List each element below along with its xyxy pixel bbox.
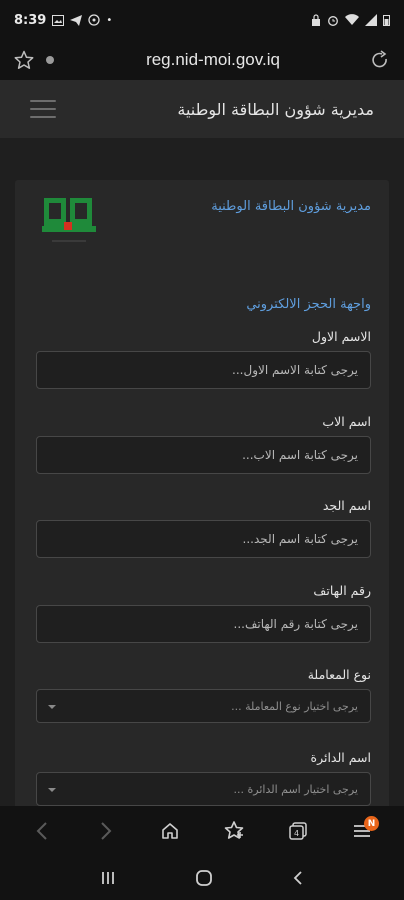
grandfather-name-input[interactable] xyxy=(36,520,371,558)
bookmarks-button[interactable] xyxy=(217,814,251,848)
status-bar: 8:39 • xyxy=(0,0,404,40)
father-name-group: اسم الاب xyxy=(36,414,371,474)
wifi-icon xyxy=(345,14,359,25)
first-name-group: الاسم الاول xyxy=(36,329,371,389)
main-menu-button[interactable]: N xyxy=(345,814,379,848)
telegram-icon xyxy=(70,14,83,26)
star-outline-icon[interactable] xyxy=(14,50,34,70)
page-content: مديرية شؤون البطاقة الوطنية واجهة الحجز … xyxy=(0,138,404,806)
recent-apps-icon[interactable] xyxy=(100,870,116,886)
back-button[interactable] xyxy=(25,814,59,848)
department-group: اسم الدائرة يرجى اختيار اسم الدائرة ... xyxy=(36,750,371,806)
phone-input[interactable] xyxy=(36,605,371,643)
whatsapp-icon xyxy=(88,14,100,26)
chevron-down-icon xyxy=(48,705,56,709)
forward-button[interactable] xyxy=(89,814,123,848)
status-left: 8:39 • xyxy=(14,13,112,28)
father-name-input[interactable] xyxy=(36,436,371,474)
organization-name: مديرية شؤون البطاقة الوطنية xyxy=(211,199,371,214)
battery-icon xyxy=(383,15,390,26)
signal-icon xyxy=(365,14,377,26)
back-arrow-icon xyxy=(36,822,47,840)
site-header: مديرية شؤون البطاقة الوطنية xyxy=(0,80,404,138)
browser-address-bar: reg.nid-moi.gov.iq xyxy=(0,40,404,80)
department-selected: يرجى اختيار اسم الدائرة ... xyxy=(233,782,358,796)
gallery-icon xyxy=(52,14,65,26)
phone-group: رقم الهاتف xyxy=(36,583,371,643)
url-text[interactable]: reg.nid-moi.gov.iq xyxy=(56,50,370,70)
grandfather-name-group: اسم الجد xyxy=(36,498,371,558)
bookmarks-icon xyxy=(224,821,244,839)
phone-label: رقم الهاتف xyxy=(313,583,371,598)
system-nav-bar xyxy=(0,856,404,900)
hamburger-menu-icon[interactable] xyxy=(30,100,56,118)
reload-icon[interactable] xyxy=(370,50,390,70)
chevron-down-icon xyxy=(48,788,56,792)
first-name-label: الاسم الاول xyxy=(311,329,371,344)
tabs-icon: 4 xyxy=(289,822,307,840)
browser-bottom-nav: 4 N xyxy=(0,806,404,856)
transaction-type-label: نوع المعاملة xyxy=(307,667,371,682)
grandfather-name-label: اسم الجد xyxy=(322,498,371,513)
lock-status-icon xyxy=(312,14,320,26)
department-label: اسم الدائرة xyxy=(310,750,371,765)
home-button[interactable] xyxy=(153,814,187,848)
booking-card: مديرية شؤون البطاقة الوطنية واجهة الحجز … xyxy=(15,180,389,806)
first-name-input[interactable] xyxy=(36,351,371,389)
forward-arrow-icon xyxy=(101,822,112,840)
department-select[interactable]: يرجى اختيار اسم الدائرة ... xyxy=(36,772,371,806)
tabs-button[interactable]: 4 xyxy=(281,814,315,848)
father-name-label: اسم الاب xyxy=(322,414,371,429)
home-circle-icon[interactable] xyxy=(195,869,213,887)
svg-text:4: 4 xyxy=(294,829,299,838)
ministry-logo xyxy=(42,198,96,242)
status-time: 8:39 xyxy=(14,12,47,28)
system-back-icon[interactable] xyxy=(292,870,304,886)
section-title: واجهة الحجز الالكتروني xyxy=(246,297,371,312)
notification-dot-icon: • xyxy=(106,14,113,26)
notification-badge: N xyxy=(364,816,379,831)
home-icon xyxy=(162,823,178,839)
info-dot-icon[interactable] xyxy=(44,54,56,66)
transaction-type-selected: يرجى اختيار نوع المعاملة ... xyxy=(231,699,358,713)
alarm-icon xyxy=(328,16,338,26)
site-title: مديرية شؤون البطاقة الوطنية xyxy=(177,99,374,119)
transaction-type-group: نوع المعاملة يرجى اختيار نوع المعاملة ..… xyxy=(36,667,371,723)
status-right xyxy=(311,14,390,26)
transaction-type-select[interactable]: يرجى اختيار نوع المعاملة ... xyxy=(36,689,371,723)
